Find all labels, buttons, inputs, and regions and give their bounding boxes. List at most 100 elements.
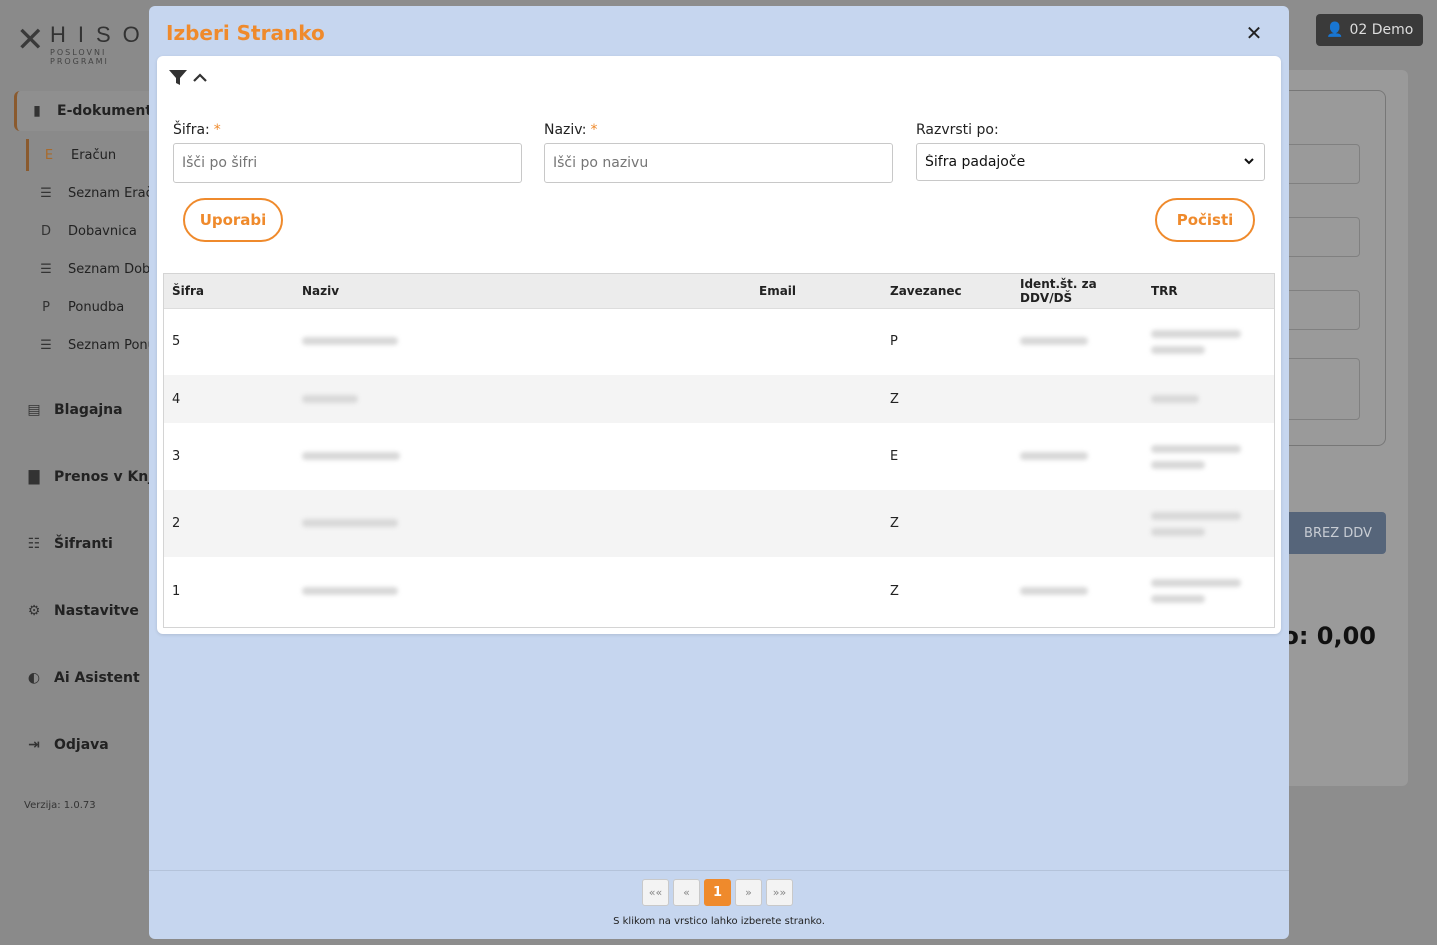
cell-ident-redacted — [1012, 557, 1143, 625]
list-icon: ☰ — [40, 185, 52, 201]
sifra-label: Šifra: * — [173, 122, 221, 138]
table-row[interactable]: 1 Z — [164, 557, 1274, 625]
pagination: «« « 1 » »» — [642, 879, 793, 906]
cell-ident-redacted — [1012, 423, 1143, 490]
column-naziv[interactable]: Naziv — [294, 274, 751, 309]
document-field[interactable] — [1280, 217, 1360, 257]
vat-button[interactable]: BREZ DDV — [1280, 512, 1386, 554]
filter-icon — [169, 70, 187, 85]
table-row[interactable]: 2 Z — [164, 490, 1274, 557]
logout-icon: ⇥ — [28, 737, 40, 753]
cell-sifra: 1 — [172, 583, 181, 599]
customers-table: Šifra Naziv Email Zavezanec Ident.št. za… — [163, 273, 1275, 628]
brain-icon: ◐ — [27, 670, 41, 686]
sidebar-section-label: Ai Asistent — [54, 670, 140, 686]
cell-email — [751, 308, 882, 375]
column-trr[interactable]: TRR — [1143, 274, 1274, 309]
cell-trr-redacted — [1143, 557, 1274, 625]
sidebar-section-label: Odjava — [54, 737, 109, 753]
table-row[interactable]: 4 Z — [164, 375, 1274, 423]
cell-sifra: 5 — [172, 334, 181, 350]
logo-mark-icon: ✕ — [16, 20, 45, 60]
cell-naziv-redacted — [294, 308, 751, 375]
cell-email — [751, 375, 882, 423]
sifra-filter: Šifra: * — [173, 122, 522, 183]
pagination-next-button[interactable]: » — [735, 879, 762, 906]
naziv-filter: Naziv: * — [544, 122, 893, 183]
document-field[interactable] — [1280, 144, 1360, 184]
user-menu-button[interactable]: 👤 02 Demo — [1316, 14, 1424, 46]
cell-naziv-redacted — [294, 557, 751, 625]
sort-label: Razvrsti po: — [916, 122, 999, 138]
logo-subtitle: POSLOVNI PROGRAMI — [50, 48, 109, 66]
folder-icon: ▮ — [33, 103, 41, 119]
list-icon: ☰ — [40, 261, 52, 277]
column-sifra[interactable]: Šifra — [164, 274, 294, 309]
naziv-input[interactable] — [544, 143, 893, 183]
clear-button[interactable]: Počisti — [1155, 198, 1255, 242]
logo: ✕ HISO POSLOVNI PROGRAMI — [16, 20, 156, 66]
column-ident[interactable]: Ident.št. za DDV/DŠ — [1012, 274, 1143, 309]
modal-footer: «« « 1 » »» S klikom na vrstico lahko iz… — [149, 870, 1289, 939]
letter-p-icon: P — [42, 299, 50, 315]
table-header-row: Šifra Naziv Email Zavezanec Ident.št. za… — [164, 274, 1274, 309]
cell-sifra: 3 — [172, 449, 181, 464]
letter-d-icon: D — [40, 223, 51, 239]
cell-ident — [1012, 490, 1143, 557]
chevron-up-icon — [193, 73, 207, 82]
cell-sifra: 2 — [172, 516, 181, 531]
total-amount: Skupaj plačilo: 0,00 — [1284, 622, 1376, 650]
select-customer-modal: Izberi Stranko ✕ Šifra:* Naziv:* Razvrst… — [149, 6, 1289, 939]
app-version: Verzija: 1.0.73 — [24, 800, 96, 811]
cell-trr-redacted — [1143, 375, 1274, 423]
table-row[interactable]: 5 P — [164, 308, 1274, 375]
document-date-field[interactable] — [1280, 290, 1360, 330]
database-icon: ☷ — [27, 536, 41, 552]
sifra-input[interactable] — [173, 143, 522, 183]
sidebar-section-label: E-dokumenti — [57, 103, 157, 119]
user-name: 02 Demo — [1349, 22, 1414, 38]
table-row[interactable]: 3 E — [164, 423, 1274, 490]
cell-naziv-redacted — [294, 490, 751, 557]
list-icon: ☰ — [40, 337, 52, 353]
selection-hint: S klikom na vrstico lahko izberete stran… — [613, 916, 825, 927]
sidebar-section-label: Nastavitve — [54, 603, 139, 619]
filter-toggle[interactable] — [169, 70, 207, 86]
cell-trr-redacted — [1143, 490, 1274, 557]
sidebar-item-label: Eračun — [71, 147, 117, 163]
pagination-last-button[interactable]: »» — [766, 879, 793, 906]
column-zavezanec[interactable]: Zavezanec — [882, 274, 1012, 309]
cell-sifra: 4 — [172, 391, 181, 407]
pagination-prev-button[interactable]: « — [673, 879, 700, 906]
cell-trr-redacted — [1143, 308, 1274, 375]
logo-text: HISO — [50, 22, 152, 47]
close-icon[interactable]: ✕ — [1241, 20, 1267, 46]
vat-button-label: BREZ DDV — [1304, 525, 1372, 541]
cell-ident-redacted — [1012, 308, 1143, 375]
cell-email — [751, 557, 882, 625]
sidebar-item-label: Dobavnica — [68, 223, 137, 239]
sidebar-section-label: Blagajna — [54, 402, 123, 418]
cell-email — [751, 490, 882, 557]
cell-zavezanec: Z — [890, 516, 899, 531]
modal-title: Izberi Stranko — [166, 21, 325, 45]
cell-trr-redacted — [1143, 423, 1274, 490]
cell-zavezanec: E — [890, 449, 899, 464]
cell-zavezanec: P — [890, 334, 898, 350]
cell-ident — [1012, 375, 1143, 423]
cell-zavezanec: Z — [890, 391, 899, 407]
letter-e-icon: E — [44, 147, 54, 163]
sort-select[interactable]: Šifra padajoče — [916, 143, 1265, 181]
sidebar-section-label: Šifranti — [54, 536, 113, 552]
column-email[interactable]: Email — [751, 274, 882, 309]
apply-button[interactable]: Uporabi — [183, 198, 283, 242]
sort-filter: Razvrsti po: Šifra padajoče — [916, 122, 1265, 181]
cell-naziv-redacted — [294, 423, 751, 490]
cell-zavezanec: Z — [890, 583, 899, 599]
pagination-first-button[interactable]: «« — [642, 879, 669, 906]
document-textarea[interactable] — [1280, 358, 1360, 420]
sidebar-item-label: Ponudba — [68, 299, 125, 315]
pagination-page-button[interactable]: 1 — [704, 879, 731, 906]
modal-body: Šifra:* Naziv:* Razvrsti po: Šifra padaj… — [157, 56, 1281, 634]
gear-icon: ⚙ — [27, 603, 41, 619]
